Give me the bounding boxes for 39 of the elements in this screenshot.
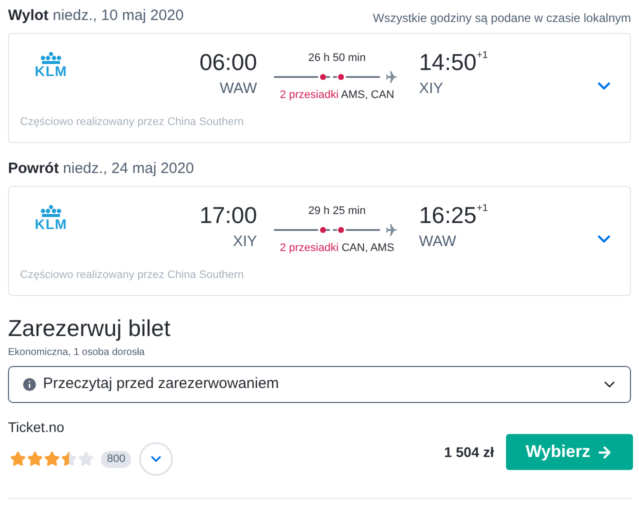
airline-logo: KLM <box>34 64 68 78</box>
review-count: 800 <box>101 450 132 468</box>
booking-subtitle: Ekonomiczna, 1 osoba dorosła <box>8 346 146 360</box>
arrival-time: 14:50 <box>419 48 477 76</box>
departure-time: 06:00 <box>199 48 257 76</box>
arrival-airport: XIY <box>419 79 444 99</box>
stops-count: 2 przesiadki <box>280 88 339 100</box>
flight-duration: 26 h 50 min <box>308 51 366 66</box>
star-icon <box>61 451 77 467</box>
notice-dropdown[interactable]: Przeczytaj przed zarezerwowaniem <box>8 366 631 403</box>
airline-logo: KLM <box>34 217 68 231</box>
star-icon <box>44 451 60 467</box>
flight-duration: 29 h 25 min <box>308 204 366 219</box>
timezone-note: Wszystkie godziny są podane w czasie lokalnym <box>372 10 631 27</box>
operated-by: Częściowo realizowany przez China Southern <box>20 268 244 283</box>
provider-name: Ticket.no <box>8 418 66 437</box>
stop-airports: CAN, AMS <box>342 242 394 254</box>
leg-label: Powrót <box>8 160 59 176</box>
arrival-time: 16:25 <box>419 201 477 229</box>
star-icon <box>10 451 26 467</box>
star-icon <box>27 451 43 467</box>
booking-title: Zarezerwuj bilet <box>8 314 172 342</box>
departure-time: 17:00 <box>199 201 257 229</box>
departure-airport: XIY <box>232 232 257 252</box>
stops-count: 2 przesiadki <box>280 242 339 254</box>
crown-icon <box>38 52 64 64</box>
day-offset: +1 <box>476 202 488 216</box>
star-icon <box>78 451 94 467</box>
leg-date: niedz., 24 maj 2020 <box>63 160 194 176</box>
operated-by: Częściowo realizowany przez China Southern <box>20 115 244 130</box>
crown-icon <box>38 205 64 217</box>
stop-airports: AMS, CAN <box>340 88 394 100</box>
leg-date: niedz., 10 maj 2020 <box>52 6 184 24</box>
day-offset: +1 <box>476 49 488 63</box>
info-icon <box>21 376 38 393</box>
departure-airport: WAW <box>220 79 257 99</box>
price: 1 504 zł <box>444 442 494 462</box>
leg-label: Wylot <box>8 6 49 24</box>
arrival-airport: WAW <box>419 232 456 252</box>
